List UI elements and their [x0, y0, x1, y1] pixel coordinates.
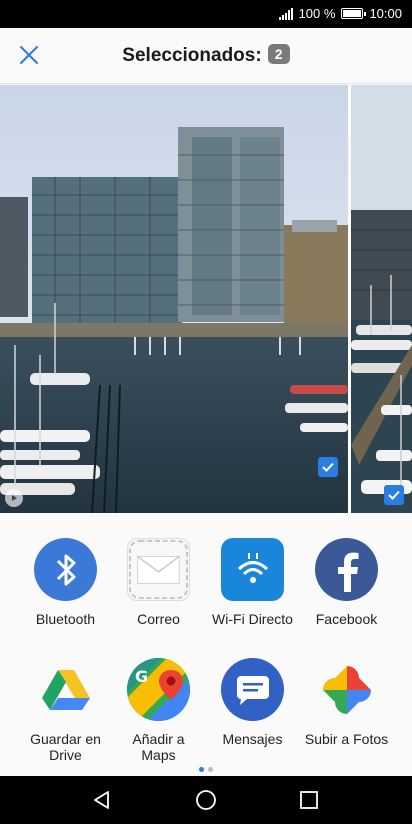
app-label: Mensajes — [222, 731, 283, 747]
share-app-photos[interactable]: Subir a Fotos — [295, 658, 398, 747]
share-app-messages[interactable]: Mensajes — [201, 658, 304, 747]
app-label: Wi-Fi Directo — [212, 611, 293, 627]
facebook-icon — [315, 538, 378, 601]
back-icon — [94, 791, 109, 809]
recents-icon — [300, 791, 318, 809]
selected-checkbox[interactable] — [384, 485, 404, 505]
checkmark-icon — [388, 490, 400, 500]
title-text: Seleccionados: — [122, 45, 262, 66]
marina-photo-image — [351, 85, 412, 513]
share-app-maps[interactable]: G Añadir a Maps — [107, 658, 210, 763]
selection-header: Seleccionados: 2 — [0, 28, 412, 84]
home-button[interactable] — [194, 788, 218, 812]
selected-photo[interactable] — [0, 85, 348, 513]
signal-icon — [278, 7, 293, 20]
home-icon — [196, 790, 216, 810]
selected-photos-strip — [0, 85, 412, 513]
app-label: Bluetooth — [35, 611, 96, 627]
messages-icon — [221, 658, 284, 721]
status-bar: 100 % 10:00 — [0, 0, 412, 28]
page-title: Seleccionados: 2 — [0, 44, 412, 67]
google-drive-icon — [34, 658, 97, 721]
battery-icon — [341, 8, 367, 19]
page-dot — [199, 767, 204, 772]
harbor-photo-image — [0, 85, 348, 513]
google-photos-icon — [315, 658, 378, 721]
battery-percent: 100 % — [298, 6, 336, 21]
app-label: Añadir a Maps — [132, 731, 185, 763]
google-maps-icon: G — [127, 658, 190, 721]
app-label: Subir a Fotos — [304, 731, 389, 747]
share-app-bluetooth[interactable]: Bluetooth — [14, 538, 117, 627]
selected-photo[interactable] — [351, 85, 412, 513]
system-navigation-bar — [0, 776, 412, 824]
app-label: Correo — [137, 611, 180, 627]
app-label: Facebook — [315, 611, 378, 627]
bluetooth-icon — [34, 538, 97, 601]
page-indicator — [0, 767, 412, 772]
checkmark-icon — [322, 462, 334, 472]
share-app-facebook[interactable]: Facebook — [295, 538, 398, 627]
mail-icon — [127, 538, 190, 601]
wifi-direct-icon — [221, 538, 284, 601]
selected-checkbox[interactable] — [318, 457, 338, 477]
svg-text:G: G — [135, 667, 148, 686]
back-button[interactable] — [90, 788, 114, 812]
selected-count-badge: 2 — [267, 44, 290, 64]
share-sheet: Bluetooth Correo Wi-Fi Directo Facebook — [0, 513, 412, 776]
app-label: Guardar en Drive — [30, 731, 101, 763]
clock: 10:00 — [369, 6, 402, 21]
share-app-wifi-direct[interactable]: Wi-Fi Directo — [201, 538, 304, 627]
recents-button[interactable] — [297, 788, 321, 812]
page-dot — [208, 767, 213, 772]
video-badge-icon — [5, 489, 23, 507]
share-app-drive[interactable]: Guardar en Drive — [14, 658, 117, 763]
share-app-mail[interactable]: Correo — [107, 538, 210, 627]
